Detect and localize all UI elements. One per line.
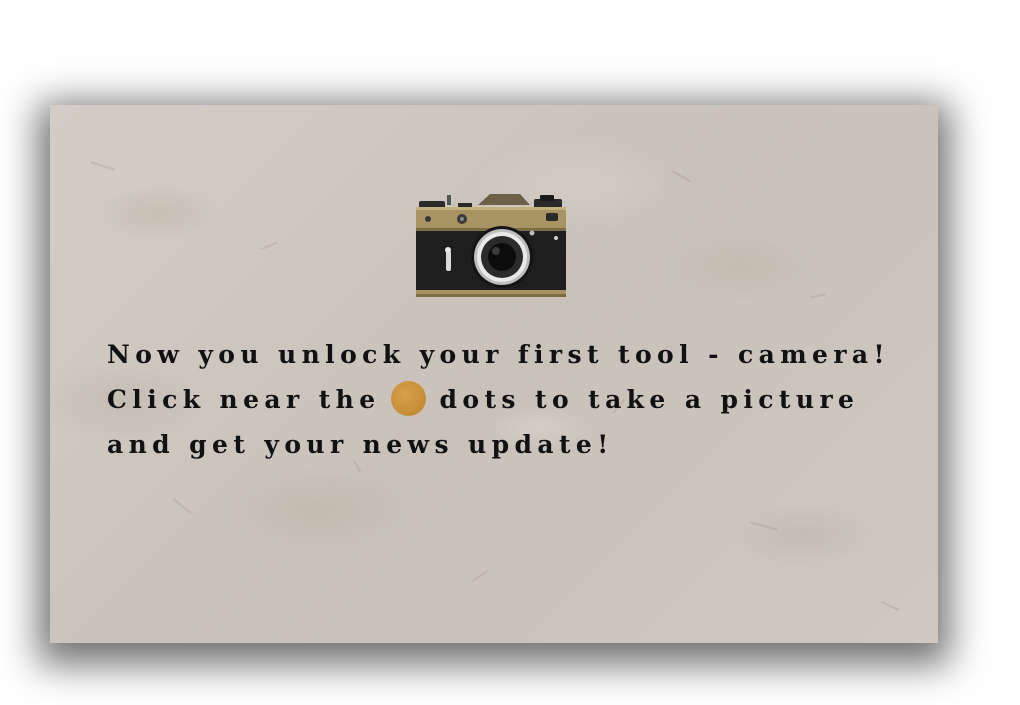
paper-fiber: [471, 569, 489, 583]
paper-fiber: [670, 169, 692, 183]
message-line-1: Now you unlock your first tool - camera!: [107, 340, 890, 369]
paper-fiber: [809, 293, 827, 299]
paper-fiber: [90, 161, 116, 171]
message-line-2-end: dots to take a picture: [439, 385, 860, 414]
tutorial-card[interactable]: Now you unlock your first tool - camera!…: [50, 105, 938, 643]
orange-dot-icon: [390, 381, 426, 416]
message-line-3: and get your news update!: [107, 430, 614, 459]
message-line-2-start: Click near the: [107, 385, 381, 414]
paper-fiber: [880, 600, 900, 612]
game-screen: Now you unlock your first tool - camera!…: [0, 0, 1020, 705]
paper-fiber: [260, 241, 278, 251]
paper-fiber: [172, 497, 192, 515]
message-line-2: Click near the dots to take a picture: [107, 377, 907, 422]
camera-icon: [416, 194, 566, 297]
tutorial-message: Now you unlock your first tool - camera!…: [107, 332, 907, 467]
paper-fiber: [750, 521, 778, 531]
